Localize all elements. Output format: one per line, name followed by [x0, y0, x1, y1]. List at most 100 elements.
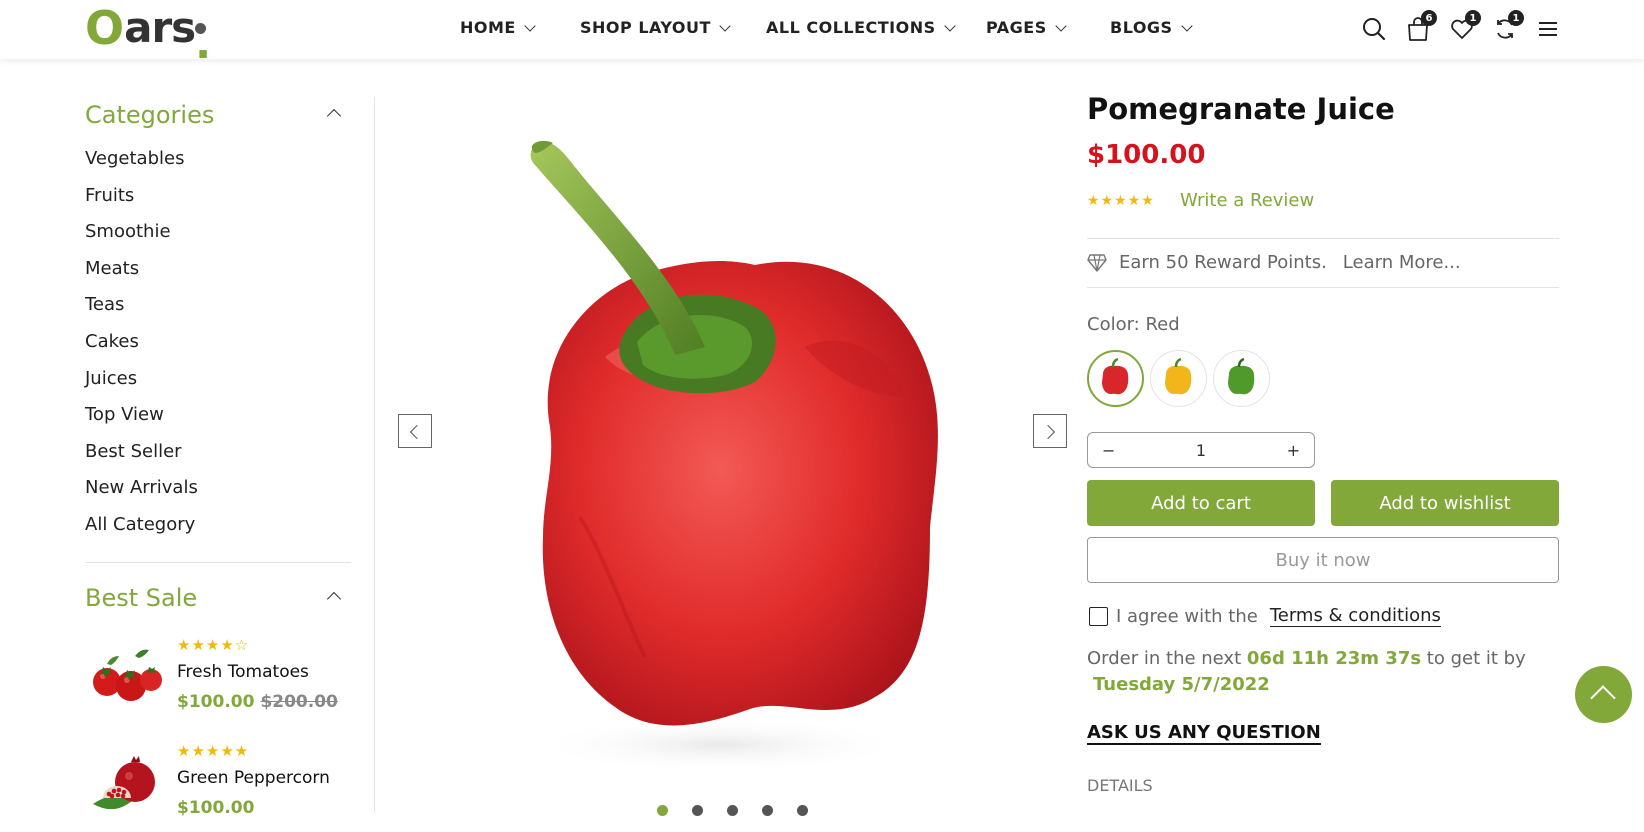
category-item-meats[interactable]: Meats	[85, 251, 351, 288]
chevron-down-icon	[524, 19, 536, 32]
rating-stars: ★★★★★	[177, 742, 250, 760]
diamond-icon	[1087, 253, 1107, 272]
nav-label: HOME	[460, 18, 516, 37]
sidebar-divider	[85, 562, 351, 563]
qty-increase-button[interactable]: +	[1287, 441, 1300, 460]
details-tab[interactable]: DETAILS	[1087, 776, 1153, 795]
category-item-new-arrivals[interactable]: New Arrivals	[85, 470, 351, 507]
best-sale-item[interactable]: ★★★★★ Green Peppercorn $100.00	[85, 742, 351, 832]
chevron-down-icon	[1055, 19, 1067, 32]
product-price: $100.00	[177, 798, 254, 818]
delivery-countdown: Order in the next 06d 11h 23m 37s to get…	[1087, 648, 1526, 669]
rating-stars: ★★★★☆	[177, 636, 250, 654]
delivery-date: Tuesday 5/7/2022	[1093, 674, 1270, 695]
logo-mark: O	[85, 1, 125, 55]
chevron-down-icon	[1180, 19, 1193, 32]
product-image-red-bell-pepper[interactable]	[375, 97, 1065, 813]
gallery-pagination	[657, 805, 808, 816]
color-label: Color: Red	[1087, 314, 1180, 335]
refresh-icon[interactable]: 1	[1492, 10, 1524, 42]
reward-text: Earn 50 Reward Points.	[1119, 252, 1327, 273]
cart-count-badge: 6	[1421, 10, 1437, 26]
nav-shop-layout[interactable]: SHOP LAYOUT	[580, 18, 731, 37]
logo[interactable]: Oars.	[85, 1, 212, 68]
category-item-smoothie[interactable]: Smoothie	[85, 214, 351, 251]
site-header: Oars. HOME SHOP LAYOUT ALL COLLECTIONS P…	[0, 0, 1644, 68]
best-sale-header[interactable]: Best Sale	[85, 578, 351, 618]
agree-text: I agree with the	[1116, 605, 1258, 627]
gallery-dot[interactable]	[727, 805, 738, 816]
gallery-dot[interactable]	[762, 805, 773, 816]
divider	[1087, 287, 1559, 288]
tomatoes-thumbnail[interactable]	[85, 642, 169, 712]
shopping-bag-icon[interactable]: 6	[1405, 10, 1437, 42]
order-prefix: Order in the next	[1087, 648, 1242, 669]
pomegranate-thumbnail[interactable]	[85, 748, 169, 818]
wishlist-count-badge: 1	[1465, 10, 1481, 26]
compare-count-badge: 1	[1508, 10, 1524, 26]
learn-more-link[interactable]: Learn More...	[1343, 252, 1461, 273]
categories-header[interactable]: Categories	[85, 95, 351, 135]
buy-now-button[interactable]: Buy it now	[1087, 537, 1559, 583]
sidebar: Categories Vegetables Fruits Smoothie Me…	[85, 95, 351, 544]
gallery-next-button[interactable]	[1033, 414, 1067, 448]
agree-checkbox[interactable]	[1089, 606, 1108, 626]
chevron-down-icon	[943, 19, 956, 32]
best-sale-title: Best Sale	[85, 584, 198, 612]
product-gallery	[375, 97, 1067, 813]
category-item-teas[interactable]: Teas	[85, 287, 351, 324]
nav-all-collections[interactable]: ALL COLLECTIONS	[766, 18, 956, 37]
product-title: Pomegranate Juice	[1087, 92, 1395, 126]
category-item-vegetables[interactable]: Vegetables	[85, 141, 351, 178]
color-swatch-green[interactable]	[1213, 350, 1270, 407]
nav-home[interactable]: HOME	[460, 18, 536, 37]
terms-link[interactable]: Terms & conditions	[1269, 605, 1441, 627]
ask-question-link[interactable]: ASK US ANY QUESTION	[1087, 722, 1321, 745]
color-swatch-red[interactable]	[1087, 350, 1144, 407]
chevron-up-icon[interactable]	[326, 591, 342, 607]
product-name[interactable]: Fresh Tomatoes	[177, 662, 309, 682]
category-item-top-view[interactable]: Top View	[85, 397, 351, 434]
add-to-wishlist-button[interactable]: Add to wishlist	[1331, 480, 1559, 526]
best-sale-item[interactable]: ★★★★☆ Fresh Tomatoes $100.00 $200.00	[85, 636, 351, 726]
category-item-best-seller[interactable]: Best Seller	[85, 434, 351, 471]
countdown-timer: 06d 11h 23m 37s	[1246, 648, 1422, 669]
chevron-up-icon[interactable]	[326, 108, 342, 124]
scroll-to-top-button[interactable]	[1575, 666, 1632, 723]
category-list: Vegetables Fruits Smoothie Meats Teas Ca…	[85, 141, 351, 544]
category-item-cakes[interactable]: Cakes	[85, 324, 351, 361]
rating-stars: ★★★★★	[1087, 193, 1155, 209]
hamburger-menu-icon[interactable]	[1535, 16, 1561, 42]
gallery-prev-button[interactable]	[398, 414, 432, 448]
add-to-cart-button[interactable]: Add to cart	[1087, 480, 1315, 526]
nav-label: BLOGS	[1110, 18, 1173, 37]
category-item-juices[interactable]: Juices	[85, 361, 351, 398]
sale-price: $100.00	[177, 798, 255, 818]
sale-price: $100.00	[177, 692, 255, 712]
product-name[interactable]: Green Peppercorn	[177, 768, 330, 788]
write-review-link[interactable]: Write a Review	[1180, 190, 1314, 211]
old-price: $200.00	[260, 692, 338, 712]
nav-blogs[interactable]: BLOGS	[1110, 18, 1193, 37]
category-item-all-category[interactable]: All Category	[85, 507, 351, 544]
logo-text: ars	[124, 3, 196, 52]
nav-pages[interactable]: PAGES	[986, 18, 1067, 37]
product-price: $100.00 $200.00	[177, 692, 338, 712]
categories-title: Categories	[85, 101, 215, 129]
nav-label: PAGES	[986, 18, 1047, 37]
heart-icon[interactable]: 1	[1449, 10, 1481, 42]
search-icon[interactable]	[1361, 16, 1387, 42]
gallery-dot[interactable]	[692, 805, 703, 816]
product-price: $100.00	[1087, 140, 1206, 170]
logo-dot: .	[195, 18, 212, 68]
color-swatch-yellow[interactable]	[1150, 350, 1207, 407]
divider	[1087, 238, 1559, 239]
reward-points: Earn 50 Reward Points. Learn More...	[1087, 252, 1461, 273]
gallery-dot[interactable]	[797, 805, 808, 816]
category-item-fruits[interactable]: Fruits	[85, 178, 351, 215]
order-suffix: to get it by	[1426, 648, 1526, 669]
qty-decrease-button[interactable]: −	[1102, 441, 1115, 460]
quantity-input[interactable]: 1	[1196, 441, 1206, 460]
gallery-dot[interactable]	[657, 805, 668, 816]
terms-agreement: I agree with the Terms & conditions	[1089, 605, 1441, 627]
